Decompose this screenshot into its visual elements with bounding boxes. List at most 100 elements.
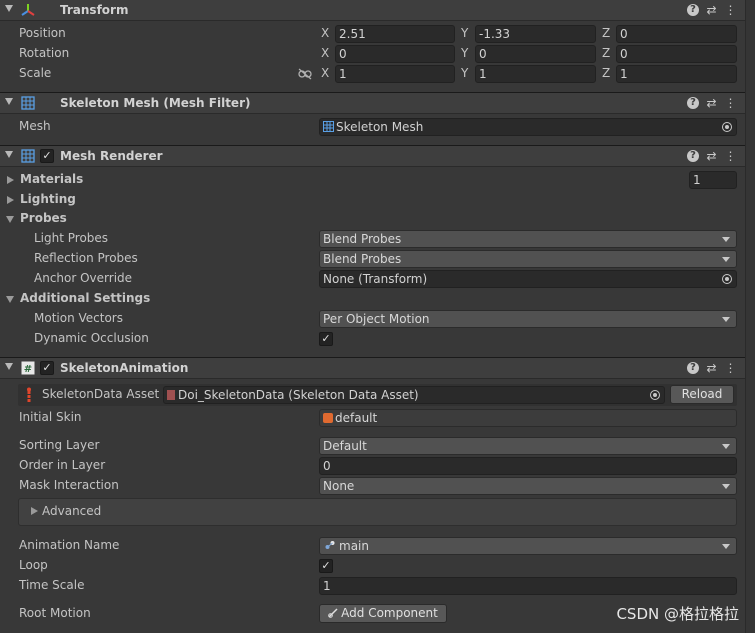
materials-row[interactable]: Materials 1 [0, 170, 745, 190]
svg-text:#: # [24, 364, 32, 375]
materials-count-field[interactable]: 1 [689, 171, 737, 189]
position-y-field[interactable]: -1.33 [475, 25, 596, 43]
initial-skin-dropdown[interactable]: default [319, 409, 737, 427]
mesh-filter-header[interactable]: Skeleton Mesh (Mesh Filter) ? ⇄ ⋮ [0, 92, 745, 114]
position-x-field[interactable]: 2.51 [335, 25, 455, 43]
skin-shirt-icon [323, 413, 333, 423]
animation-icon [325, 541, 335, 549]
help-icon[interactable]: ? [687, 4, 699, 16]
loop-checkbox[interactable]: ✓ [319, 559, 333, 573]
constrain-proportions-icon[interactable] [298, 68, 312, 80]
axis-x-label[interactable]: X [321, 46, 329, 60]
mesh-object-field[interactable]: Skeleton Mesh [319, 118, 737, 136]
scale-x-field[interactable]: 1 [335, 65, 455, 83]
foldout-down-icon[interactable] [6, 216, 14, 223]
foldout-down-icon[interactable] [6, 296, 14, 303]
scale-y-field[interactable]: 1 [475, 65, 596, 83]
dropdown-arrow-icon [722, 544, 730, 549]
animation-name-dropdown[interactable]: main [319, 537, 737, 555]
skeleton-data-field[interactable]: Doi_SkeletonData (Skeleton Data Asset) [163, 386, 665, 404]
axis-z-label[interactable]: Z [602, 46, 610, 60]
motion-vectors-value: Per Object Motion [323, 312, 430, 326]
mesh-renderer-header[interactable]: ✓ Mesh Renderer ? ⇄ ⋮ [0, 145, 745, 167]
mesh-renderer-icon [21, 149, 35, 163]
foldout-arrow-icon[interactable] [5, 363, 13, 370]
presets-icon[interactable]: ⇄ [705, 148, 718, 164]
animation-name-value: main [339, 539, 369, 553]
axis-z-label[interactable]: Z [602, 26, 610, 40]
axis-y-label[interactable]: Y [461, 26, 468, 40]
advanced-label[interactable]: Advanced [42, 504, 101, 518]
advanced-foldout[interactable]: Advanced [18, 498, 737, 526]
presets-icon[interactable]: ⇄ [705, 2, 718, 18]
foldout-arrow-icon[interactable] [5, 151, 13, 158]
anchor-override-field[interactable]: None (Transform) [319, 270, 737, 288]
component-title: Skeleton Mesh (Mesh Filter) [60, 96, 251, 110]
object-picker-icon[interactable] [722, 274, 732, 284]
skeleton-data-value: Doi_SkeletonData (Skeleton Data Asset) [178, 388, 419, 402]
axis-y-label[interactable]: Y [461, 46, 468, 60]
skeleton-animation-header[interactable]: # ✓ SkeletonAnimation ? ⇄ ⋮ [0, 357, 745, 379]
add-component-button[interactable]: Add Component [319, 604, 447, 623]
object-picker-icon[interactable] [722, 122, 732, 132]
sorting-layer-dropdown[interactable]: Default [319, 437, 737, 455]
motion-vectors-label: Motion Vectors [34, 311, 123, 325]
foldout-right-icon[interactable] [7, 176, 14, 184]
reload-button[interactable]: Reload [670, 385, 734, 404]
reflection-probes-dropdown[interactable]: Blend Probes [319, 250, 737, 268]
help-icon[interactable]: ? [687, 150, 699, 162]
component-title: Transform [60, 3, 129, 17]
foldout-right-icon[interactable] [31, 507, 38, 515]
context-menu-icon[interactable]: ⋮ [724, 95, 737, 111]
animation-name-label: Animation Name [19, 538, 120, 552]
lighting-row[interactable]: Lighting [0, 190, 745, 210]
time-scale-row: Time Scale 1 [0, 576, 745, 596]
reflection-probes-row: Reflection Probes Blend Probes [0, 249, 745, 269]
additional-settings-label[interactable]: Additional Settings [20, 291, 150, 305]
transform-header[interactable]: Transform ? ⇄ ⋮ [0, 0, 745, 21]
skeleton-data-asset-icon [167, 390, 175, 400]
context-menu-icon[interactable]: ⋮ [724, 148, 737, 164]
order-in-layer-field[interactable]: 0 [319, 457, 737, 475]
mesh-value: Skeleton Mesh [336, 120, 424, 134]
light-probes-dropdown[interactable]: Blend Probes [319, 230, 737, 248]
component-enabled-checkbox[interactable]: ✓ [40, 149, 54, 163]
foldout-arrow-icon[interactable] [5, 98, 13, 105]
presets-icon[interactable]: ⇄ [705, 95, 718, 111]
dynamic-occlusion-checkbox[interactable]: ✓ [319, 332, 333, 346]
context-menu-icon[interactable]: ⋮ [724, 2, 737, 18]
motion-vectors-dropdown[interactable]: Per Object Motion [319, 310, 737, 328]
csharp-script-icon: # [21, 361, 35, 375]
probes-label[interactable]: Probes [20, 211, 67, 225]
additional-settings-row[interactable]: Additional Settings [0, 289, 745, 309]
context-menu-icon[interactable]: ⋮ [724, 360, 737, 376]
axis-y-label[interactable]: Y [461, 66, 468, 80]
light-probes-value: Blend Probes [323, 232, 402, 246]
initial-skin-value: default [335, 411, 378, 425]
help-icon[interactable]: ? [687, 97, 699, 109]
probes-row[interactable]: Probes [0, 209, 745, 229]
lighting-label[interactable]: Lighting [20, 192, 76, 206]
dropdown-arrow-icon [722, 444, 730, 449]
foldout-right-icon[interactable] [7, 196, 14, 204]
position-z-field[interactable]: 0 [616, 25, 737, 43]
materials-label[interactable]: Materials [20, 172, 83, 186]
rotation-y-field[interactable]: 0 [475, 45, 596, 63]
rotation-z-field[interactable]: 0 [616, 45, 737, 63]
spine-bone-icon [27, 387, 31, 402]
time-scale-field[interactable]: 1 [319, 577, 737, 595]
object-picker-icon[interactable] [650, 390, 660, 400]
axis-z-label[interactable]: Z [602, 66, 610, 80]
mask-interaction-dropdown[interactable]: None [319, 477, 737, 495]
component-enabled-checkbox[interactable]: ✓ [40, 361, 54, 375]
axis-x-label[interactable]: X [321, 66, 329, 80]
mesh-label: Mesh [19, 119, 51, 133]
scale-z-field[interactable]: 1 [616, 65, 737, 83]
vertical-scrollbar[interactable] [745, 0, 755, 633]
foldout-arrow-icon[interactable] [5, 5, 13, 12]
loop-row: Loop ✓ [0, 556, 745, 576]
axis-x-label[interactable]: X [321, 26, 329, 40]
help-icon[interactable]: ? [687, 362, 699, 374]
presets-icon[interactable]: ⇄ [705, 360, 718, 376]
rotation-x-field[interactable]: 0 [335, 45, 455, 63]
